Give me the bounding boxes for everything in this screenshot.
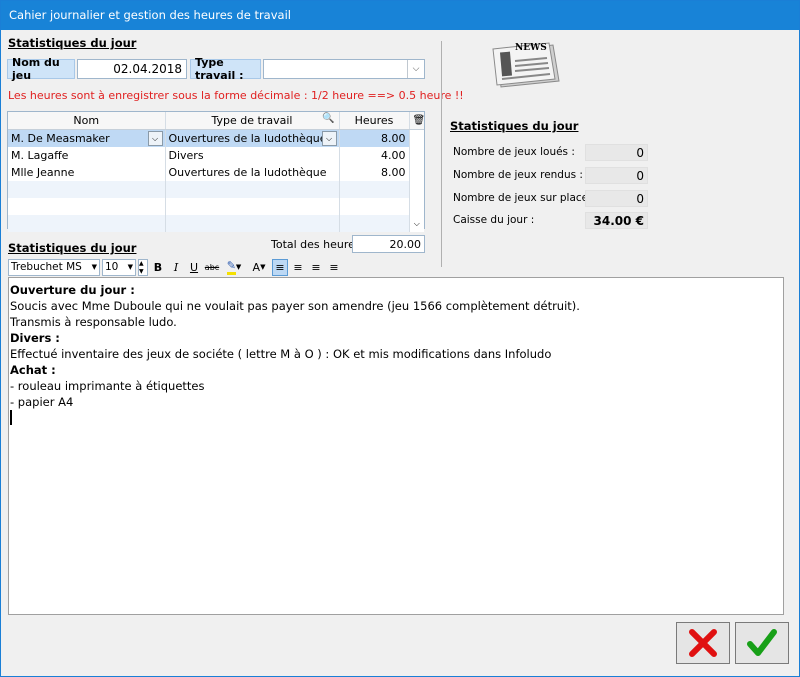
row-nom: Mlle Jeanne	[8, 164, 166, 181]
bold-button[interactable]: B	[150, 259, 166, 276]
total-hours-label: Total des heures	[271, 238, 361, 251]
justify-button[interactable]: ≡	[326, 259, 342, 276]
column-header-nom[interactable]: Nom	[8, 112, 166, 130]
trash-icon[interactable]: 🗑	[409, 112, 424, 130]
editor-line: Effectué inventaire des jeux de sociéte …	[10, 347, 552, 361]
stat-row-loues: Nombre de jeux loués : 0	[453, 144, 649, 162]
nom-du-jeu-input[interactable]: 02.04.2018	[77, 59, 187, 79]
rich-text-editor[interactable]: Ouverture du jour : Soucis avec Mme Dubo…	[8, 277, 784, 615]
chevron-down-icon[interactable]: ⌵	[407, 60, 424, 78]
row-heures[interactable]: 8.00	[339, 164, 410, 181]
format-toolbar: Trebuchet MS ▼ 10 ▼ ▲ ▼ B I U abc ✎ ▼ A ▼ ≡…	[8, 258, 342, 276]
stat-label: Nombre de jeux loués :	[453, 146, 575, 158]
cancel-button[interactable]	[676, 622, 730, 664]
news-label: NEWS	[515, 43, 547, 53]
text-cursor	[10, 410, 12, 425]
editor-line: - rouleau imprimante à étiquettes	[10, 379, 205, 393]
align-center-button[interactable]: ≡	[290, 259, 306, 276]
chevron-down-icon[interactable]: ▼	[128, 263, 133, 271]
align-right-icon: ≡	[311, 260, 321, 274]
row-heures[interactable]: 4.00	[339, 147, 410, 164]
chevron-down-icon[interactable]: ⌵	[147, 131, 163, 146]
font-size-value: 10	[105, 261, 119, 273]
hours-grid: Nom Type de travail 🔍 Heures 🗑 M. De Meas…	[7, 111, 425, 232]
stat-value: 0	[585, 167, 648, 184]
text-color-button[interactable]: A ▼	[248, 259, 270, 276]
font-family-value: Trebuchet MS	[11, 261, 82, 273]
italic-button[interactable]: I	[168, 259, 184, 276]
table-row-empty[interactable]	[8, 198, 424, 215]
newspaper-icon: NEWS	[489, 41, 565, 92]
editor-line: Divers :	[10, 331, 60, 345]
editor-line: - papier A4	[10, 395, 74, 409]
strikethrough-button[interactable]: abc	[204, 259, 220, 276]
editor-section-title: Statistiques du jour	[8, 241, 137, 255]
table-row[interactable]: M. De Measmaker ⌵ Ouvertures de la ludoth…	[8, 129, 424, 147]
ok-button[interactable]	[735, 622, 789, 664]
main-window: Cahier journalier et gestion des heures …	[0, 0, 800, 677]
search-icon[interactable]: 🔍	[322, 113, 334, 124]
align-left-icon: ≡	[275, 260, 285, 274]
stat-row-caisse: Caisse du jour : 34.00 €	[453, 212, 649, 230]
underline-button[interactable]: U	[186, 259, 202, 276]
row-nom: M. Lagaffe	[8, 147, 166, 164]
column-header-heures[interactable]: Heures	[339, 112, 410, 130]
table-row[interactable]: M. Lagaffe Divers 4.00	[8, 147, 424, 164]
column-header-type[interactable]: Type de travail 🔍	[165, 112, 340, 130]
scroll-down-icon: ⌵	[409, 215, 424, 232]
font-family-select[interactable]: Trebuchet MS ▼	[8, 258, 100, 276]
decimal-warning: Les heures sont à enregistrer sous la fo…	[8, 89, 464, 102]
stat-row-rendus: Nombre de jeux rendus : 0	[453, 167, 649, 185]
row-type: Divers	[165, 147, 340, 164]
font-size-select[interactable]: 10 ▼	[102, 258, 136, 276]
spin-up-icon[interactable]: ▲	[139, 260, 147, 268]
stats-title: Statistiques du jour	[450, 119, 579, 133]
row-heures[interactable]: 8.00	[339, 129, 410, 147]
highlight-button[interactable]: ✎ ▼	[222, 259, 246, 276]
font-size-spinner[interactable]: ▲ ▼	[138, 258, 148, 276]
justify-icon: ≡	[329, 260, 339, 274]
top-section-title: Statistiques du jour	[8, 36, 137, 50]
stat-label: Caisse du jour :	[453, 214, 535, 226]
stat-value: 0	[585, 190, 648, 207]
stat-label: Nombre de jeux sur place :	[453, 192, 596, 204]
highlighter-icon: ✎	[226, 259, 236, 275]
stat-label: Nombre de jeux rendus :	[453, 169, 583, 181]
stat-row-sur-place: Nombre de jeux sur place : 0	[453, 190, 649, 208]
stat-value: 0	[585, 144, 648, 161]
table-row-empty[interactable]	[8, 181, 424, 198]
check-icon	[747, 629, 777, 656]
chevron-down-icon[interactable]: ⌵	[321, 131, 337, 146]
chevron-down-icon[interactable]: ▼	[92, 263, 97, 271]
row-type: Ouvertures de la ludothèque	[165, 164, 340, 181]
x-icon	[689, 629, 717, 657]
type-travail-label: Type travail :	[190, 56, 261, 82]
row-nom: M. De Measmaker	[11, 132, 110, 145]
align-left-button[interactable]: ≡	[272, 258, 288, 276]
chevron-down-icon: ▼	[235, 263, 242, 271]
total-hours-value: 20.00	[352, 235, 425, 253]
stat-value: 34.00 €	[585, 212, 648, 229]
text-color-label: A	[252, 260, 261, 274]
row-type: Ouvertures de la ludothèque	[168, 132, 327, 145]
table-row-empty[interactable]: ⌵	[8, 215, 424, 232]
chevron-down-icon: ▼	[260, 263, 266, 271]
align-center-icon: ≡	[293, 260, 303, 274]
editor-line: Achat :	[10, 363, 56, 377]
spin-down-icon[interactable]: ▼	[139, 268, 147, 276]
align-right-button[interactable]: ≡	[308, 259, 324, 276]
editor-line: Soucis avec Mme Duboule qui ne voulait p…	[10, 299, 580, 313]
window-title: Cahier journalier et gestion des heures …	[1, 1, 799, 30]
vertical-divider	[441, 41, 442, 267]
editor-line: Ouverture du jour :	[10, 283, 135, 297]
editor-line: Transmis à responsable ludo.	[10, 315, 177, 329]
table-row[interactable]: Mlle Jeanne Ouvertures de la ludothèque …	[8, 164, 424, 181]
nom-du-jeu-label: Nom du jeu	[7, 56, 75, 82]
column-header-type-label: Type de travail	[211, 114, 293, 127]
type-travail-select[interactable]: ⌵	[263, 59, 425, 79]
